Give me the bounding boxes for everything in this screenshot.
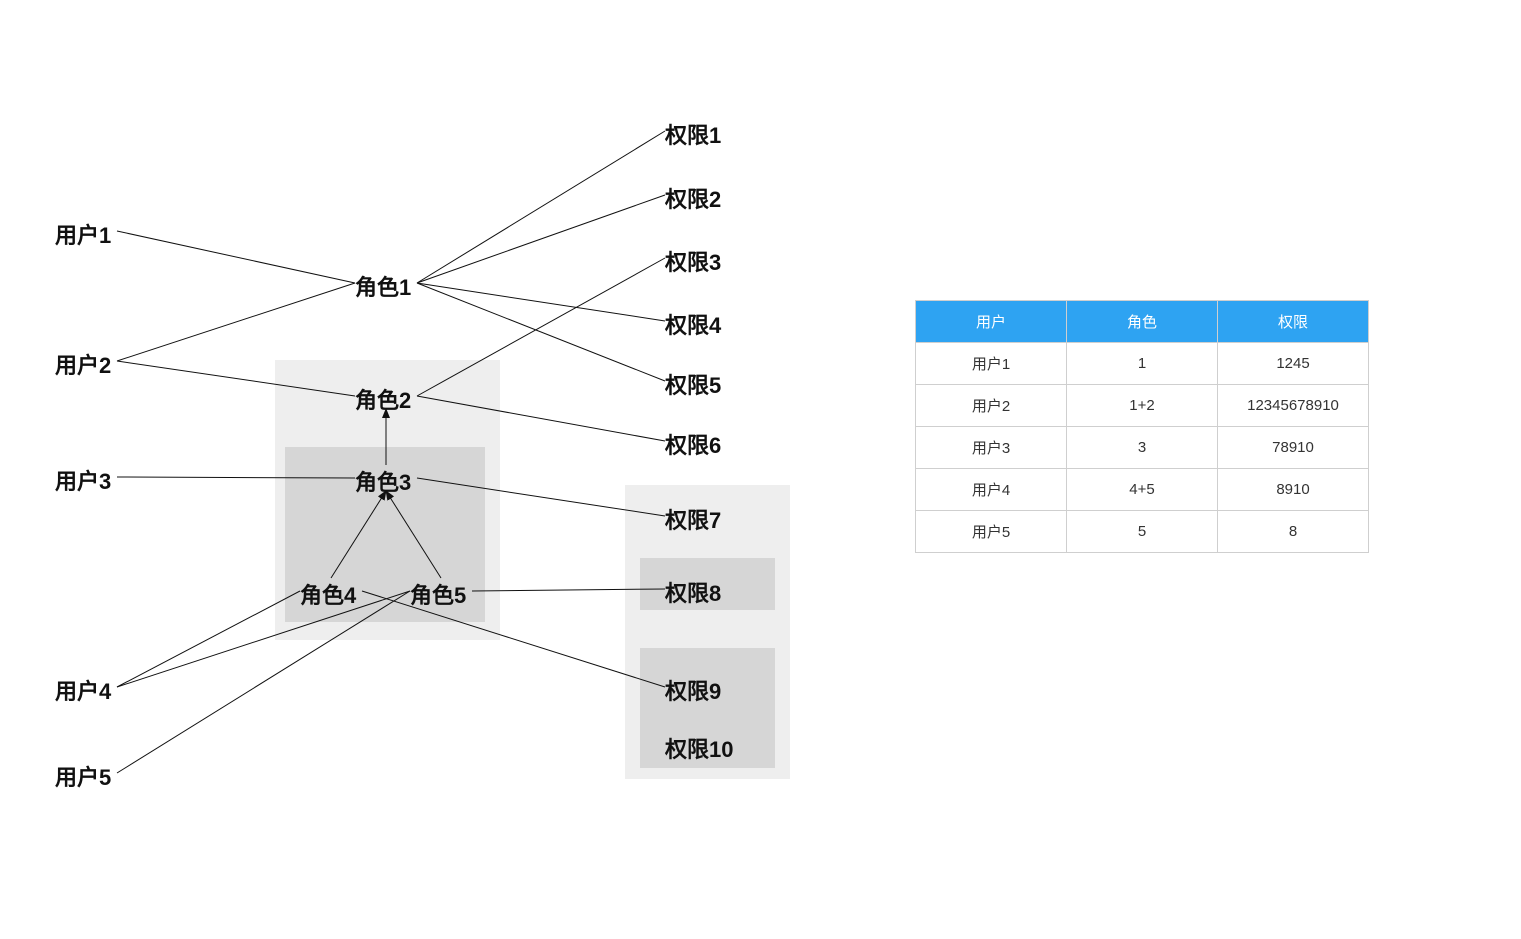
table-cell: 8 (1218, 511, 1369, 553)
table-row: 用户21+212345678910 (916, 385, 1369, 427)
permission-label: 权限8 (665, 581, 721, 606)
table-cell: 用户1 (916, 343, 1067, 385)
permission-node-perm9: 权限9 (665, 674, 721, 706)
permission-node-perm4: 权限4 (665, 308, 721, 340)
role-node-role3: 角色3 (355, 465, 411, 497)
table-cell: 用户5 (916, 511, 1067, 553)
table-cell: 78910 (1218, 427, 1369, 469)
edge (117, 231, 355, 283)
edge (417, 283, 665, 321)
edge (417, 195, 665, 283)
rbac-summary-table: 用户角色权限 用户111245用户21+212345678910用户337891… (915, 300, 1369, 553)
table-cell: 12345678910 (1218, 385, 1369, 427)
table-row: 用户44+58910 (916, 469, 1369, 511)
table-row: 用户111245 (916, 343, 1369, 385)
user-label: 用户5 (55, 765, 111, 790)
permission-label: 权限9 (665, 679, 721, 704)
table-cell: 用户3 (916, 427, 1067, 469)
role-label: 角色5 (410, 583, 466, 608)
table-row: 用户558 (916, 511, 1369, 553)
table-cell: 8910 (1218, 469, 1369, 511)
permission-node-perm10: 权限10 (665, 732, 733, 764)
role-label: 角色2 (355, 388, 411, 413)
table-cell: 1245 (1218, 343, 1369, 385)
permission-label: 权限10 (665, 737, 733, 762)
user-node-user2: 用户2 (55, 348, 111, 380)
role-node-role5: 角色5 (410, 578, 466, 610)
edge (117, 591, 300, 687)
user-node-user5: 用户5 (55, 760, 111, 792)
user-label: 用户3 (55, 469, 111, 494)
role-label: 角色3 (355, 470, 411, 495)
table-cell: 4+5 (1067, 469, 1218, 511)
role-node-role4: 角色4 (300, 578, 356, 610)
table-row: 用户3378910 (916, 427, 1369, 469)
user-label: 用户2 (55, 353, 111, 378)
permission-label: 权限3 (665, 250, 721, 275)
permission-label: 权限2 (665, 187, 721, 212)
edge (417, 131, 665, 283)
role-node-role2: 角色2 (355, 383, 411, 415)
permission-node-perm7: 权限7 (665, 503, 721, 535)
table-cell: 5 (1067, 511, 1218, 553)
table-header: 权限 (1218, 301, 1369, 343)
edge (117, 283, 355, 361)
permission-node-perm3: 权限3 (665, 245, 721, 277)
permission-node-perm1: 权限1 (665, 118, 721, 150)
permission-node-perm5: 权限5 (665, 368, 721, 400)
user-label: 用户1 (55, 223, 111, 248)
permission-label: 权限1 (665, 123, 721, 148)
user-label: 用户4 (55, 679, 111, 704)
table-header: 用户 (916, 301, 1067, 343)
permission-label: 权限5 (665, 373, 721, 398)
user-node-user3: 用户3 (55, 464, 111, 496)
permission-node-perm2: 权限2 (665, 182, 721, 214)
role-label: 角色4 (300, 583, 356, 608)
user-node-user4: 用户4 (55, 674, 111, 706)
table-header: 角色 (1067, 301, 1218, 343)
table-cell: 1+2 (1067, 385, 1218, 427)
permission-label: 权限4 (665, 313, 721, 338)
table-cell: 用户2 (916, 385, 1067, 427)
permission-node-perm6: 权限6 (665, 428, 721, 460)
table-cell: 1 (1067, 343, 1218, 385)
role-node-role1: 角色1 (355, 270, 411, 302)
table-cell: 用户4 (916, 469, 1067, 511)
permission-node-perm8: 权限8 (665, 576, 721, 608)
user-node-user1: 用户1 (55, 218, 111, 250)
role-label: 角色1 (355, 275, 411, 300)
permission-label: 权限7 (665, 508, 721, 533)
table-cell: 3 (1067, 427, 1218, 469)
permission-label: 权限6 (665, 433, 721, 458)
